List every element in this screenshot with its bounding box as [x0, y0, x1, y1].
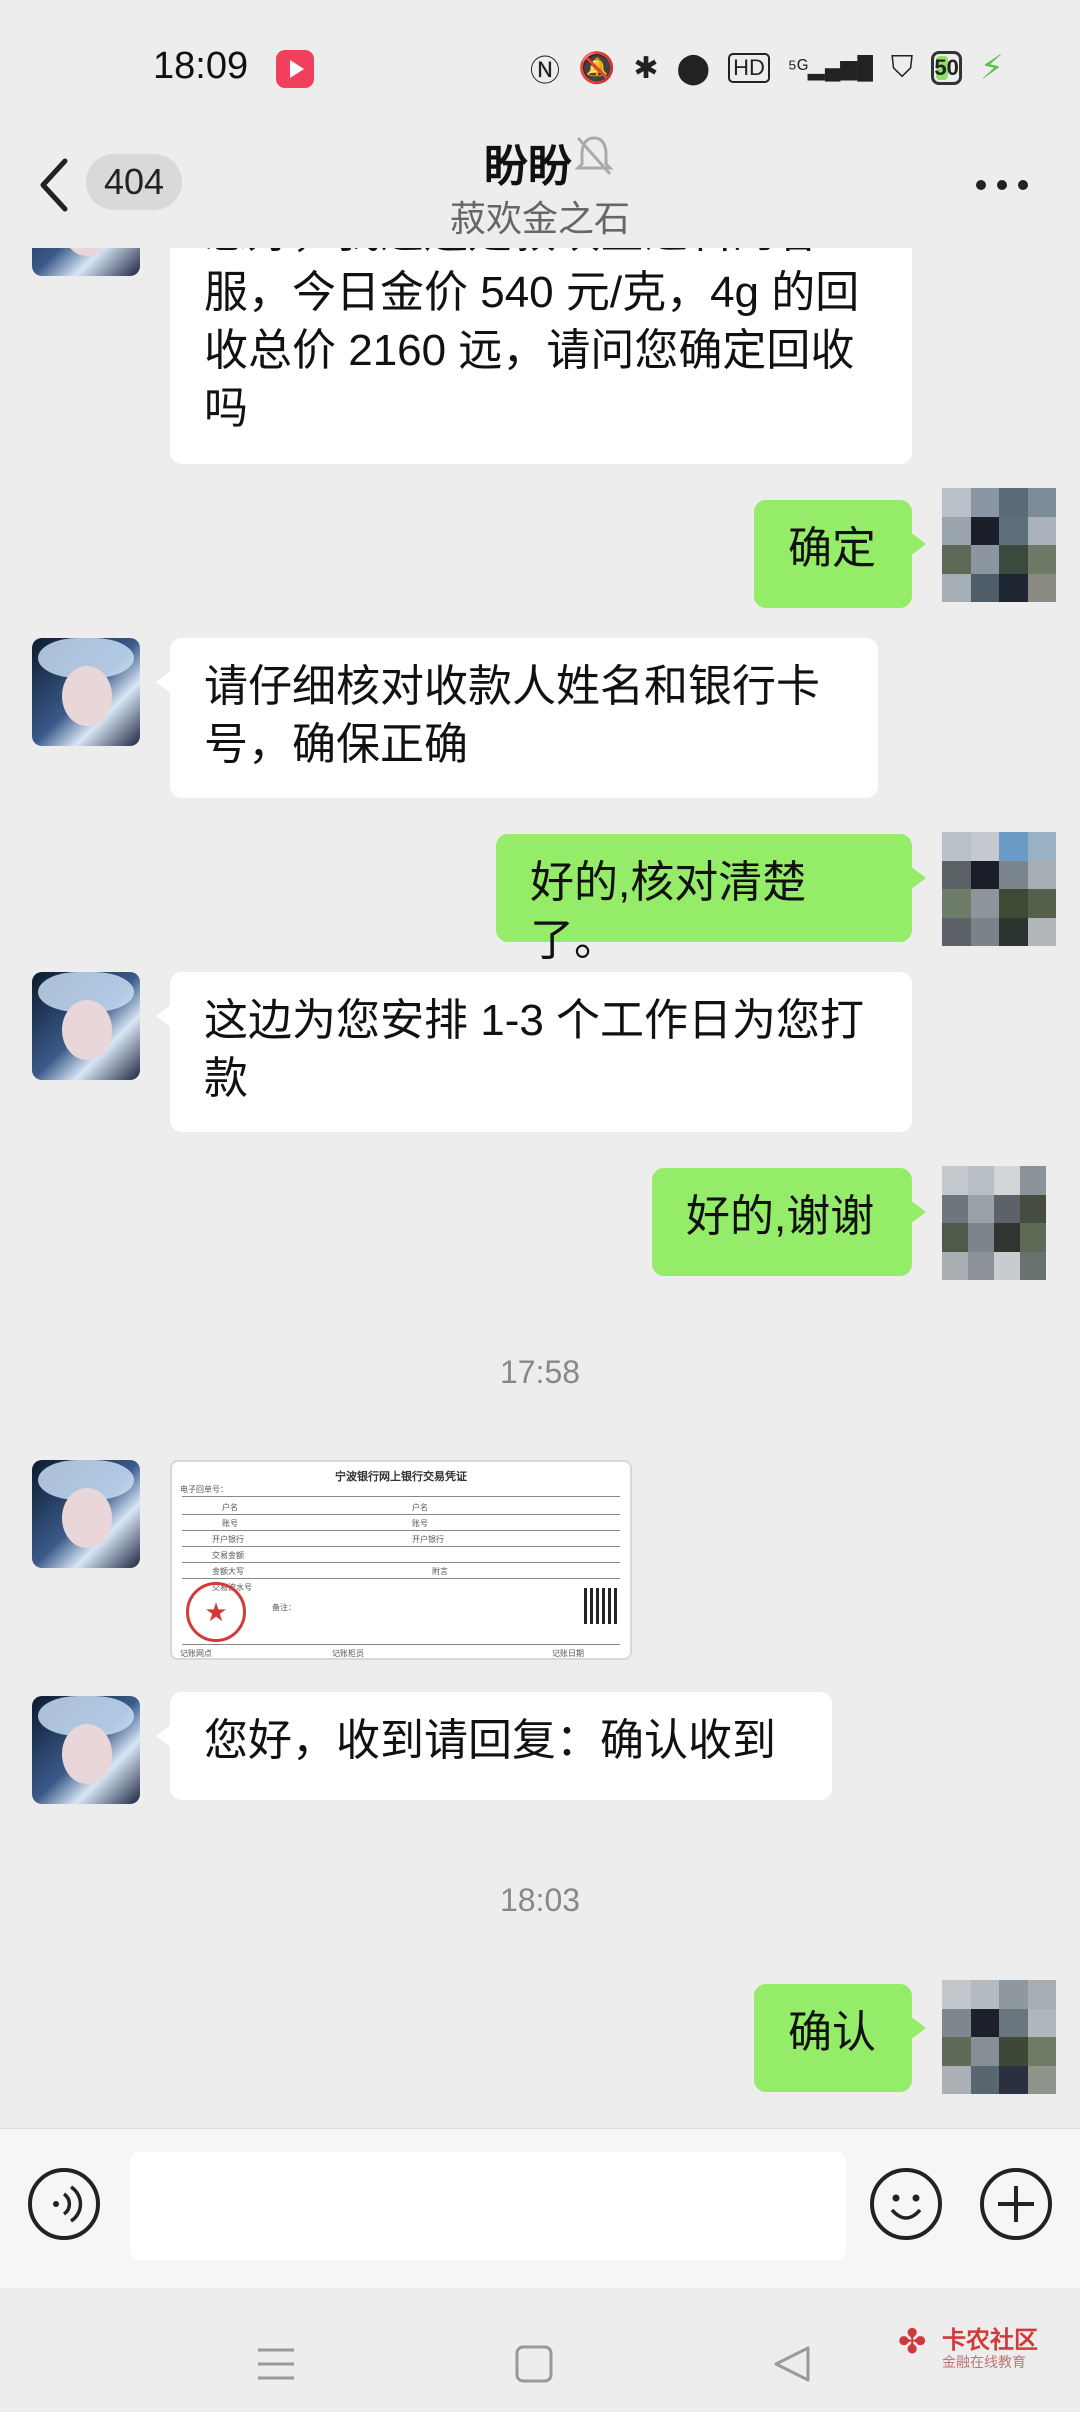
emoji-icon [890, 2194, 922, 2220]
contact-avatar[interactable] [32, 972, 140, 1080]
hd-icon: HD [728, 53, 770, 83]
menu-icon[interactable] [256, 2344, 296, 2384]
receipt-field: 账号 [222, 1519, 238, 1528]
qr-code-icon [584, 1588, 620, 1624]
message-text: 您好，收到请回复：确认收到 [204, 1716, 776, 1765]
bluetooth-icon: ✱ [633, 51, 659, 85]
receipt-field: 金额大写 [212, 1567, 244, 1576]
chat-title: 盼盼 [484, 142, 572, 191]
message-bubble[interactable]: 好的,核对清楚了。 [496, 834, 926, 965]
signal-icon: ⁵ᴳ▂▄▆█ [787, 55, 873, 80]
contact-avatar[interactable] [32, 1460, 140, 1568]
message-input[interactable] [130, 2152, 846, 2260]
voice-input-button[interactable] [28, 2168, 100, 2240]
nfc-icon: Ⓝ [530, 55, 560, 88]
message-text: 确定 [788, 524, 876, 573]
message-text-line: 这边为您安排 1-3 个工作日为您打 [204, 996, 865, 1045]
more-options-icon[interactable] [976, 180, 1028, 192]
message-text-line: 收总价 2160 远，请问您确定回收 [204, 326, 855, 375]
message-bubble[interactable]: 这边为您安排 1-3 个工作日为您打 款 [156, 972, 912, 1132]
user-avatar[interactable] [942, 832, 1056, 946]
receipt-image[interactable]: 宁波银行网上银行交易凭证 电子回单号： 户名 户名 账号 账号 开户银行 开户银… [170, 1460, 632, 1660]
timestamp: 18:03 [499, 1882, 581, 1918]
receipt-field: 开户银行 [212, 1535, 244, 1544]
chat-area[interactable]: 您好，我这边是菽欢金之石的客 服，今日金价 540 元/克，4g 的回 收总价 … [0, 248, 1080, 2128]
message-bubble[interactable]: 您好，收到请回复：确认收到 [156, 1692, 832, 1800]
chat-subtitle: 菽欢金之石 [449, 198, 630, 239]
receipt-field: 记账柜员 [332, 1649, 364, 1658]
message-text: 好的,核对清楚了。 [530, 858, 807, 965]
receipt-field: 户名 [222, 1503, 238, 1512]
back-nav-icon[interactable] [772, 2344, 812, 2384]
voice-icon [53, 2185, 83, 2223]
plus-icon [998, 2186, 1034, 2222]
mute-bell-icon [574, 136, 614, 175]
message-bubble[interactable]: 好的,谢谢 [652, 1168, 926, 1276]
message-text-line: 号，确保正确 [204, 720, 468, 769]
user-avatar[interactable] [942, 488, 1056, 602]
receipt-field: 附言 [432, 1567, 448, 1576]
message-text: 好的,谢谢 [686, 1192, 875, 1241]
home-icon[interactable] [514, 2344, 554, 2384]
battery-icon: 50 [931, 51, 962, 85]
message-text-line: 请仔细核对收款人姓名和银行卡 [204, 662, 820, 711]
status-bar: 18:09 Ⓝ 🔕 ✱ ⬤ HD ⁵ᴳ▂▄▆█ ⛉ 50 ⚡ [0, 0, 1080, 130]
charging-icon: ⚡ [979, 49, 1004, 87]
watermark-sub-text: 金融在线教育 [942, 2354, 1026, 2370]
screen-record-icon [276, 50, 314, 88]
bank-stamp-icon: ★ [186, 1582, 246, 1642]
receipt-field: 备注： [272, 1603, 296, 1612]
message-text: 确认 [788, 2008, 876, 2057]
user-avatar[interactable] [942, 1980, 1056, 2094]
receipt-field: 交易金额 [212, 1551, 244, 1560]
emoji-button[interactable] [870, 2168, 942, 2240]
contact-avatar[interactable] [32, 638, 140, 746]
watermark-logo-icon: ✤ [898, 2323, 927, 2361]
watermark: ✤ 卡农社区 金融在线教育 [898, 2320, 1068, 2380]
more-actions-button[interactable] [980, 2168, 1052, 2240]
message-text-line: 服，今日金价 540 元/克，4g 的回 [204, 268, 860, 317]
receipt-field: 开户银行 [412, 1535, 444, 1544]
message-bubble[interactable]: 确定 [754, 500, 926, 608]
message-bubble[interactable]: 请仔细核对收款人姓名和银行卡 号，确保正确 [156, 638, 878, 798]
mute-notification-icon: 🔕 [578, 51, 616, 85]
contact-avatar[interactable] [32, 1696, 140, 1804]
message-bubble[interactable]: 您好，我这边是菽欢金之石的客 服，今日金价 540 元/克，4g 的回 收总价 … [170, 248, 912, 464]
message-bubble[interactable]: 确认 [754, 1984, 926, 2092]
contact-avatar[interactable] [32, 248, 140, 276]
message-text-line: 款 [204, 1054, 248, 1103]
shield-icon: ⛉ [890, 51, 914, 84]
receipt-title: 宁波银行网上银行交易凭证 [335, 1471, 467, 1483]
watermark-main-text: 卡农社区 [942, 2327, 1038, 2354]
status-time: 18:09 [153, 45, 249, 87]
receipt-field: 账号 [412, 1519, 428, 1528]
timestamp: 17:58 [499, 1354, 581, 1390]
receipt-field: 记账日期 [552, 1649, 584, 1658]
user-avatar[interactable] [942, 1166, 1046, 1280]
location-icon: ⬤ [676, 51, 711, 85]
receipt-field: 户名 [412, 1503, 428, 1512]
receipt-field: 记账网点 [180, 1649, 212, 1658]
receipt-field: 电子回单号： [180, 1485, 228, 1494]
message-text-line: 吗 [204, 384, 248, 433]
message-text-partial: 您好，我这边是菽欢金之石的客 [204, 248, 820, 262]
status-icons: Ⓝ 🔕 ✱ ⬤ HD ⁵ᴳ▂▄▆█ ⛉ 50 ⚡ [530, 46, 1004, 90]
